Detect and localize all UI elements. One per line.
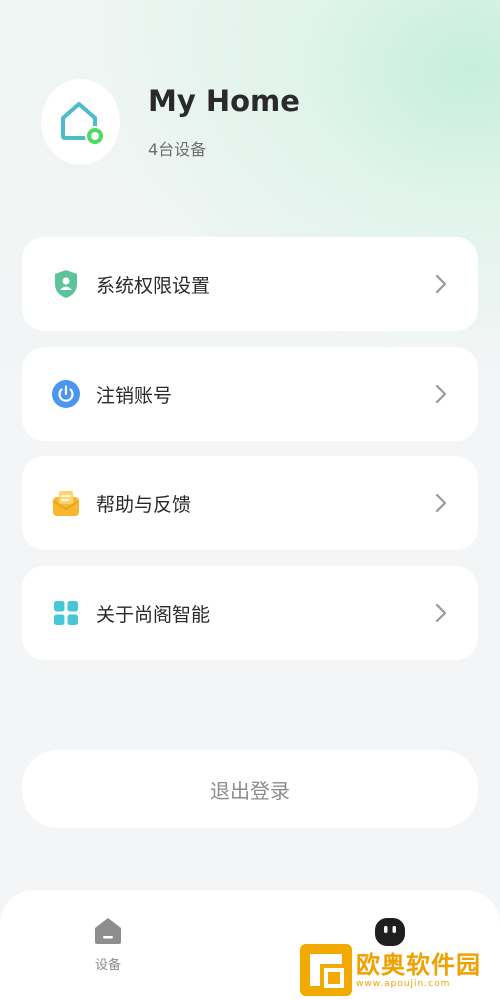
home-avatar[interactable] [41, 79, 120, 165]
power-icon [52, 380, 80, 408]
menu-item-label: 系统权限设置 [96, 274, 211, 297]
watermark: 欧奥软件园 www.apoujin.com [300, 940, 500, 1000]
chevron-right-icon [435, 603, 447, 623]
tab-devices[interactable]: 设备 [86, 916, 130, 973]
home-icon [60, 102, 105, 146]
house-icon [95, 918, 121, 944]
menu-item-label: 注销账号 [96, 384, 173, 407]
home-name[interactable]: My Home [148, 84, 300, 118]
menu-item-label: 关于尚阁智能 [96, 603, 211, 626]
grid-icon [52, 599, 80, 627]
menu-item-label: 帮助与反馈 [96, 493, 192, 516]
chevron-right-icon [435, 384, 447, 404]
logout-button[interactable]: 退出登录 [22, 750, 478, 828]
menu-item-permissions[interactable]: 系统权限设置 [22, 237, 478, 331]
chevron-right-icon [435, 274, 447, 294]
watermark-name: 欧奥软件园 [356, 951, 481, 979]
menu-item-help-feedback[interactable]: 帮助与反馈 [22, 456, 478, 550]
chevron-right-icon [435, 493, 447, 513]
shield-user-icon [52, 270, 80, 298]
watermark-logo [300, 944, 352, 996]
tab-devices-label: 设备 [94, 958, 121, 973]
feedback-mailbox-icon [52, 489, 80, 517]
device-count: 4台设备 [148, 140, 207, 159]
watermark-url: www.apoujin.com [356, 979, 451, 989]
menu-item-deactivate-account[interactable]: 注销账号 [22, 347, 478, 441]
menu-item-about[interactable]: 关于尚阁智能 [22, 566, 478, 660]
